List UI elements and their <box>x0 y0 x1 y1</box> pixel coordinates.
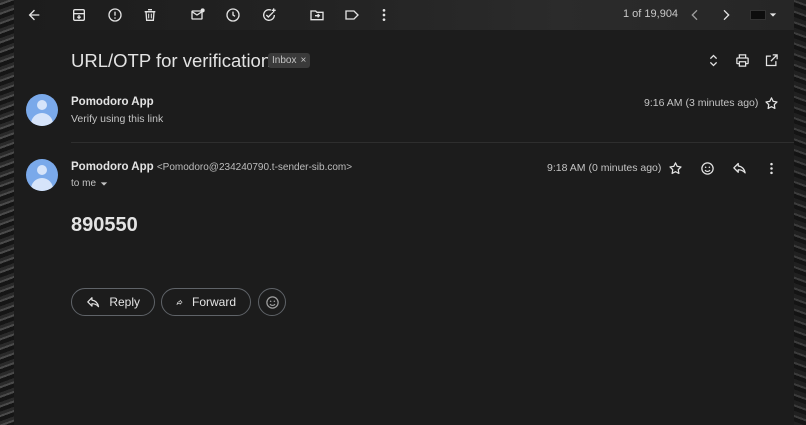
more-vert-icon <box>769 162 773 174</box>
message-divider <box>71 142 794 143</box>
caret-down-icon <box>100 181 108 186</box>
recipient-details-toggle[interactable]: to me <box>71 178 108 189</box>
reply-icon <box>87 296 100 307</box>
reply-icon-button[interactable] <box>730 159 748 177</box>
newer-button[interactable] <box>683 3 707 27</box>
keyboard-icon <box>750 10 766 20</box>
print-button[interactable] <box>733 51 751 69</box>
more-options-button[interactable] <box>372 3 396 27</box>
report-spam-icon <box>108 8 122 22</box>
avatar-body <box>31 178 53 191</box>
pager-count: 1 of 19,904 <box>623 8 679 20</box>
background-edge-right <box>794 0 806 425</box>
expand-all-button[interactable] <box>704 51 722 69</box>
archive-button[interactable] <box>67 3 91 27</box>
sender-avatar <box>26 94 58 126</box>
sender-avatar <box>26 159 58 191</box>
forward-label: Forward <box>191 295 236 309</box>
mark-unread-icon <box>191 8 205 20</box>
label-button[interactable] <box>340 3 364 27</box>
message-more-button[interactable] <box>762 159 780 177</box>
star-icon <box>668 161 682 174</box>
snooze-icon <box>226 8 240 22</box>
emoji-icon <box>700 161 714 175</box>
print-icon <box>735 53 749 67</box>
remove-label-button[interactable]: × <box>300 55 306 66</box>
toolbar: 1 of 19,904 <box>14 0 794 30</box>
more-vert-icon <box>382 9 386 21</box>
message-1-star-button[interactable] <box>762 94 780 112</box>
forward-icon <box>176 299 183 305</box>
message-1-time: 9:16 AM (3 minutes ago) <box>644 97 759 109</box>
report-spam-button[interactable] <box>103 3 127 27</box>
message-body-otp: 890550 <box>71 214 138 236</box>
chevron-left-icon <box>691 9 698 21</box>
add-reaction-button[interactable] <box>698 159 716 177</box>
open-in-new-window-button[interactable] <box>762 51 780 69</box>
label-icon <box>345 10 359 20</box>
delete-icon <box>144 9 156 21</box>
reply-button[interactable]: Reply <box>71 288 155 316</box>
back-button[interactable] <box>22 3 46 27</box>
emoji-reaction-button[interactable] <box>258 288 286 316</box>
input-tools-dropdown[interactable] <box>750 8 778 22</box>
recipient-text: to me <box>71 178 97 189</box>
avatar-head <box>37 100 47 110</box>
chevron-right-icon <box>723 9 730 21</box>
message-1-sender[interactable]: Pomodoro App <box>71 96 154 108</box>
avatar-body <box>31 113 53 126</box>
open-new-window-icon <box>765 53 778 66</box>
forward-button[interactable]: Forward <box>161 288 251 316</box>
move-to-button[interactable] <box>305 3 329 27</box>
delete-button[interactable] <box>138 3 162 27</box>
message-2-star-button[interactable] <box>666 159 684 177</box>
message-2-sender[interactable]: Pomodoro App <box>71 161 154 173</box>
avatar-head <box>37 165 47 175</box>
message-2-time: 9:18 AM (0 minutes ago) <box>547 162 662 174</box>
reply-label: Reply <box>109 295 140 309</box>
message-2-sender-email: <Pomodoro@234240790.t-sender-sib.com> <box>156 162 353 173</box>
email-view: 1 of 19,904 URL/OTP for verification Inb… <box>14 0 794 425</box>
message-1-snippet[interactable]: Verify using this link <box>71 113 163 125</box>
emoji-icon <box>265 295 279 309</box>
add-task-button[interactable] <box>257 3 281 27</box>
move-to-icon <box>310 10 324 21</box>
caret-down-icon <box>769 13 777 17</box>
older-button[interactable] <box>714 3 738 27</box>
inbox-label-text: Inbox <box>272 55 297 66</box>
thread-subject: URL/OTP for verification <box>71 50 272 71</box>
add-task-icon <box>263 8 276 21</box>
snooze-button[interactable] <box>221 3 245 27</box>
background-edge-left <box>0 0 14 425</box>
message-2-sender-line: Pomodoro App <Pomodoro@234240790.t-sende… <box>71 161 352 173</box>
archive-icon <box>73 9 85 21</box>
mark-unread-button[interactable] <box>186 3 210 27</box>
reply-icon <box>732 162 746 173</box>
expand-collapse-icon <box>709 54 717 66</box>
inbox-label-chip: Inbox × <box>268 53 311 68</box>
star-icon <box>764 96 778 109</box>
back-arrow-icon <box>28 9 40 21</box>
